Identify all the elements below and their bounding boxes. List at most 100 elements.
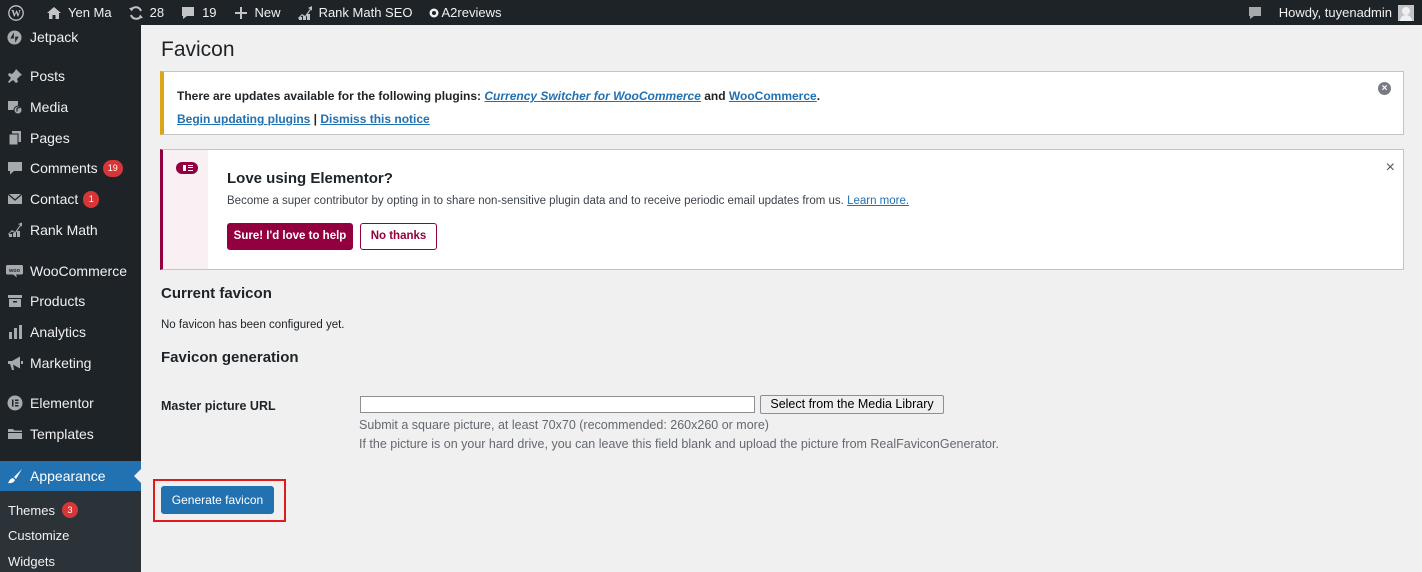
appearance-submenu: Themes 3 Customize Widgets bbox=[0, 491, 141, 572]
main-content: Favicon There are updates available for … bbox=[141, 25, 1422, 572]
menu-label: Posts bbox=[30, 68, 66, 84]
link-separator: | bbox=[310, 112, 321, 126]
menu-label: Templates bbox=[30, 426, 94, 442]
comments-badge: 19 bbox=[102, 159, 123, 177]
wordpress-icon: W bbox=[8, 4, 24, 21]
generate-favicon-button[interactable]: Generate favicon bbox=[161, 486, 274, 514]
select-media-library-button[interactable]: Select from the Media Library bbox=[760, 395, 944, 414]
optin-decline-button[interactable]: No thanks bbox=[360, 223, 437, 250]
comments-icon bbox=[6, 160, 23, 177]
home-icon bbox=[47, 6, 61, 19]
elementor-description-text: Become a super contributor by opting in … bbox=[227, 195, 848, 207]
optin-accept-button[interactable]: Sure! I'd love to help bbox=[227, 223, 353, 250]
menu-label: Comments bbox=[30, 160, 98, 176]
elementor-logo-icon bbox=[176, 162, 198, 174]
and-text: and bbox=[700, 89, 729, 103]
menu-item-appearance[interactable]: Appearance bbox=[0, 461, 141, 491]
pushpin-icon bbox=[6, 68, 23, 85]
folder-icon bbox=[6, 426, 23, 443]
begin-updating-link[interactable]: Begin updating plugins bbox=[177, 112, 310, 126]
submenu-item-widgets[interactable]: Widgets bbox=[8, 551, 55, 571]
menu-item-pages[interactable]: Pages bbox=[0, 123, 141, 153]
menu-item-comments[interactable]: Comments 19 bbox=[0, 153, 141, 183]
a2reviews-icon bbox=[429, 8, 438, 17]
menu-label: Rank Math bbox=[30, 222, 98, 238]
dismiss-circle-icon[interactable]: × bbox=[1378, 82, 1391, 95]
master-picture-url-input[interactable] bbox=[360, 396, 755, 413]
picture-size-hint: Submit a square picture, at least 70x70 … bbox=[359, 418, 769, 432]
elementor-notice-title: Love using Elementor? bbox=[227, 170, 393, 187]
menu-item-posts[interactable]: Posts bbox=[0, 61, 141, 91]
menu-item-products[interactable]: Products bbox=[0, 286, 141, 316]
close-icon[interactable]: × bbox=[1386, 159, 1395, 177]
page-title: Favicon bbox=[161, 38, 235, 61]
menu-label: Marketing bbox=[30, 355, 92, 371]
chat-icon bbox=[1248, 6, 1261, 19]
a2reviews-label: A2reviews bbox=[441, 5, 502, 20]
menu-item-woocommerce[interactable]: woo WooCommerce bbox=[0, 256, 141, 286]
plus-icon bbox=[234, 6, 247, 19]
update-notice-text: There are updates available for the foll… bbox=[177, 89, 820, 103]
plugin-update-notice: There are updates available for the foll… bbox=[160, 71, 1404, 135]
envelope-icon bbox=[6, 191, 23, 208]
new-label: New bbox=[254, 5, 281, 20]
menu-item-contact[interactable]: Contact 1 bbox=[0, 184, 141, 214]
menu-item-media[interactable]: Media bbox=[0, 92, 141, 122]
menu-item-analytics[interactable]: Analytics bbox=[0, 317, 141, 347]
archive-box-icon bbox=[6, 293, 23, 310]
comment-bubble-icon bbox=[182, 6, 195, 19]
submenu-label: Themes bbox=[8, 502, 55, 518]
current-favicon-heading: Current favicon bbox=[161, 285, 272, 302]
rankmath-item[interactable]: Rank Math SEO bbox=[289, 0, 421, 25]
learn-more-link[interactable]: Learn more. bbox=[847, 195, 909, 207]
updates-count: 28 bbox=[149, 5, 165, 20]
menu-item-jetpack[interactable]: Jetpack bbox=[0, 22, 141, 52]
rankmath-icon bbox=[6, 222, 23, 239]
bar-chart-icon bbox=[6, 324, 23, 341]
menu-label: Jetpack bbox=[30, 29, 79, 45]
upload-hint: If the picture is on your hard drive, yo… bbox=[359, 437, 999, 451]
megaphone-icon bbox=[6, 355, 23, 372]
menu-item-marketing[interactable]: Marketing bbox=[0, 348, 141, 378]
media-icon bbox=[6, 99, 23, 116]
submenu-label: Widgets bbox=[8, 553, 55, 569]
menu-label: Contact bbox=[30, 191, 79, 207]
comments-item[interactable]: 19 bbox=[172, 0, 224, 25]
contact-badge: 1 bbox=[83, 190, 100, 208]
notifications-item[interactable] bbox=[1239, 0, 1271, 25]
rankmath-label: Rank Math SEO bbox=[318, 5, 413, 20]
site-name: Yen Ma bbox=[68, 5, 112, 20]
updates-icon bbox=[128, 5, 143, 20]
jetpack-icon bbox=[6, 29, 23, 46]
favicon-generation-heading: Favicon generation bbox=[161, 349, 299, 366]
pages-icon bbox=[6, 130, 23, 147]
menu-item-rank-math[interactable]: Rank Math bbox=[0, 215, 141, 245]
plugin-link-currency-switcher[interactable]: Currency Switcher for WooCommerce bbox=[484, 89, 701, 103]
themes-badge: 3 bbox=[61, 502, 78, 518]
menu-item-elementor[interactable]: Elementor bbox=[0, 388, 141, 418]
menu-label: WooCommerce bbox=[30, 263, 127, 279]
new-content-item[interactable]: New bbox=[225, 0, 289, 25]
menu-label: Appearance bbox=[30, 468, 106, 484]
comments-count: 19 bbox=[202, 5, 217, 20]
admin-menu: Jetpack Posts Media Pages Comments 19 Co… bbox=[0, 25, 141, 572]
plugin-link-woocommerce[interactable]: WooCommerce bbox=[729, 89, 817, 103]
a2reviews-item[interactable]: A2reviews bbox=[421, 0, 510, 25]
woocommerce-icon: woo bbox=[6, 263, 23, 280]
period-text: . bbox=[816, 89, 821, 103]
submenu-item-customize[interactable]: Customize bbox=[8, 525, 69, 545]
menu-item-templates[interactable]: Templates bbox=[0, 419, 141, 449]
submenu-item-themes[interactable]: Themes 3 bbox=[8, 500, 78, 520]
svg-text:woo: woo bbox=[8, 268, 21, 274]
menu-label: Products bbox=[30, 293, 86, 309]
menu-label: Pages bbox=[30, 130, 70, 146]
elementor-notice-sidebar bbox=[163, 150, 208, 269]
rankmath-icon bbox=[297, 5, 312, 20]
update-notice-prefix: There are updates available for the foll… bbox=[177, 89, 485, 103]
svg-text:W: W bbox=[11, 8, 21, 19]
my-account-item[interactable]: Howdy, tuyenadmin bbox=[1271, 0, 1422, 25]
dismiss-notice-link[interactable]: Dismiss this notice bbox=[320, 112, 429, 126]
current-favicon-status: No favicon has been configured yet. bbox=[161, 319, 345, 331]
elementor-icon bbox=[6, 395, 23, 412]
submenu-label: Customize bbox=[8, 527, 70, 543]
